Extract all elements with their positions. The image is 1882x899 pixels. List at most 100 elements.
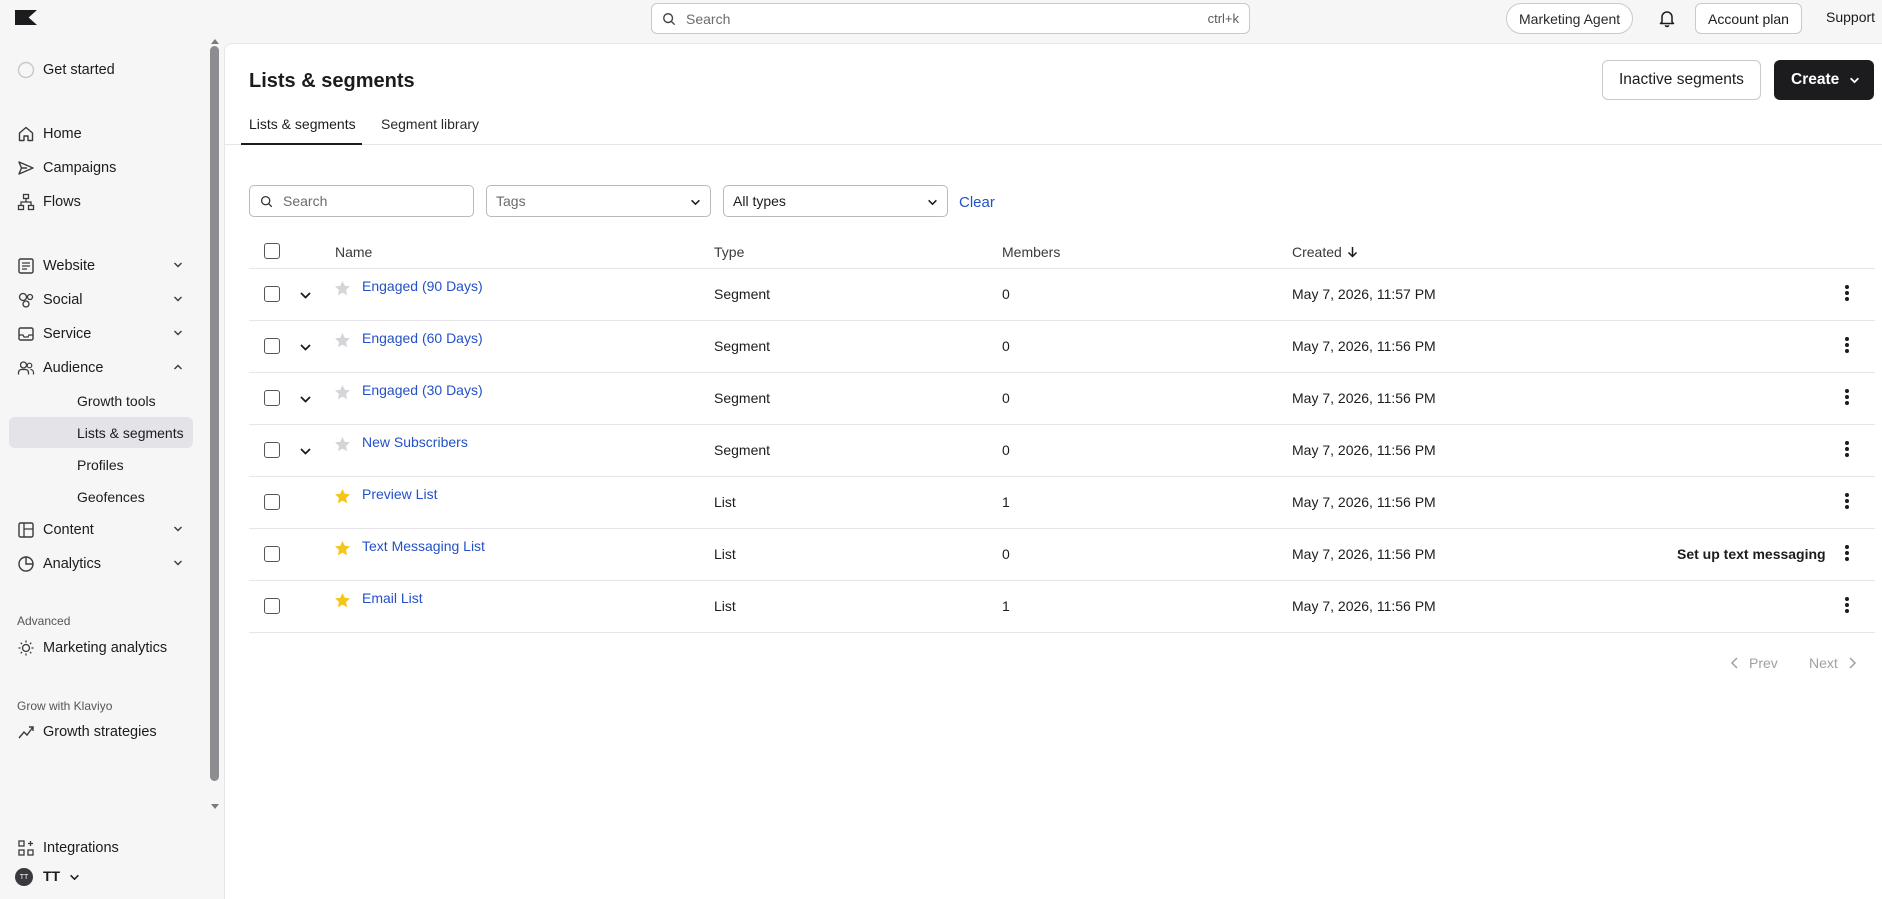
chevron-down-icon[interactable] [299, 445, 312, 458]
row-checkbox[interactable] [264, 390, 280, 406]
star-icon[interactable] [334, 488, 351, 505]
more-options-icon[interactable] [1845, 597, 1849, 613]
sidebar-item-label: Home [43, 125, 82, 142]
marketing-agent-button[interactable]: Marketing Agent [1506, 3, 1634, 34]
select-all-checkbox[interactable] [264, 243, 280, 259]
search-placeholder: Search [283, 193, 328, 209]
more-options-icon[interactable] [1845, 545, 1849, 561]
column-header-created[interactable]: Created [1292, 244, 1358, 260]
chevron-left-icon [1730, 657, 1738, 669]
more-options-icon[interactable] [1845, 389, 1849, 405]
more-options-icon[interactable] [1845, 337, 1849, 353]
sidebar-scrollbar[interactable] [210, 46, 219, 781]
chevron-down-icon [928, 199, 937, 206]
row-checkbox[interactable] [264, 286, 280, 302]
users-icon [17, 360, 35, 374]
list-name-link[interactable]: Engaged (90 Days) [362, 278, 483, 294]
klaviyo-logo[interactable] [15, 10, 37, 25]
created-cell: May 7, 2026, 11:56 PM [1292, 494, 1436, 510]
global-search-input[interactable]: Search ctrl+k [651, 3, 1250, 34]
row-checkbox[interactable] [264, 494, 280, 510]
tab-segment-library[interactable]: Segment library [381, 116, 479, 144]
created-cell: May 7, 2026, 11:56 PM [1292, 390, 1436, 406]
row-checkbox[interactable] [264, 442, 280, 458]
list-name-link[interactable]: Email List [362, 590, 423, 606]
sidebar-item-flows[interactable]: Flows [9, 186, 193, 217]
row-checkbox[interactable] [264, 598, 280, 614]
star-icon[interactable] [334, 280, 351, 297]
grow-section-title: Grow with Klaviyo [17, 699, 113, 713]
scroll-down-arrow[interactable] [211, 804, 219, 809]
sort-descending-icon [1347, 247, 1357, 258]
sidebar-item-label: Analytics [43, 555, 102, 572]
tab-lists-segments[interactable]: Lists & segments [249, 116, 356, 144]
sidebar-item-audience[interactable]: Audience [9, 352, 193, 383]
sidebar-item-label: Social [43, 291, 83, 308]
sidebar-item-social[interactable]: Social [9, 284, 193, 315]
star-icon[interactable] [334, 436, 351, 453]
next-page-button[interactable]: Next [1809, 655, 1858, 671]
home-icon [18, 126, 34, 141]
social-icon [18, 292, 34, 308]
sidebar-item-geofences[interactable]: Geofences [9, 481, 193, 512]
list-name-link[interactable]: Preview List [362, 486, 437, 502]
created-cell: May 7, 2026, 11:57 PM [1292, 286, 1436, 302]
list-name-link[interactable]: Text Messaging List [362, 538, 485, 554]
chevron-down-icon [174, 296, 182, 302]
type-cell: Segment [714, 442, 771, 458]
type-cell: Segment [714, 390, 771, 406]
account-plan-button[interactable]: Account plan [1695, 3, 1802, 34]
chevron-down-icon[interactable] [299, 289, 312, 302]
more-options-icon[interactable] [1845, 493, 1849, 509]
row-checkbox[interactable] [264, 546, 280, 562]
column-header-members[interactable]: Members [1002, 244, 1060, 260]
sidebar-item-marketing-analytics[interactable]: Marketing analytics [9, 632, 193, 663]
list-name-link[interactable]: Engaged (30 Days) [362, 382, 483, 398]
prev-page-button[interactable]: Prev [1729, 655, 1778, 671]
sidebar-item-lists-segments[interactable]: Lists & segments [9, 417, 193, 448]
star-icon[interactable] [334, 540, 351, 557]
column-header-type[interactable]: Type [714, 244, 744, 260]
star-icon[interactable] [334, 384, 351, 401]
row-checkbox[interactable] [264, 338, 280, 354]
members-cell: 0 [1002, 390, 1010, 406]
star-icon[interactable] [334, 592, 351, 609]
sidebar-item-integrations[interactable]: Integrations [9, 832, 193, 863]
active-tab-indicator [241, 143, 362, 145]
chevron-down-icon [691, 199, 700, 206]
sidebar-item-service[interactable]: Service [9, 318, 193, 349]
create-button[interactable]: Create [1774, 60, 1874, 100]
tags-select[interactable]: Tags [486, 185, 711, 217]
inactive-segments-button[interactable]: Inactive segments [1602, 60, 1761, 100]
set-up-text-messaging-link[interactable]: Set up text messaging [1677, 546, 1826, 562]
more-options-icon[interactable] [1845, 441, 1849, 457]
bell-icon[interactable] [1657, 8, 1677, 28]
list-name-link[interactable]: Engaged (60 Days) [362, 330, 483, 346]
chevron-down-icon[interactable] [69, 872, 80, 883]
get-started-item[interactable]: Get started [9, 54, 193, 85]
type-select[interactable]: All types [723, 185, 948, 217]
sidebar-item-campaigns[interactable]: Campaigns [9, 152, 193, 183]
members-cell: 1 [1002, 598, 1010, 614]
column-header-name[interactable]: Name [335, 244, 372, 260]
star-icon[interactable] [334, 332, 351, 349]
account-switcher[interactable]: TT [43, 868, 60, 884]
list-name-link[interactable]: New Subscribers [362, 434, 468, 450]
sidebar-item-growth-strategies[interactable]: Growth strategies [9, 716, 193, 747]
tags-placeholder: Tags [496, 193, 526, 209]
created-cell: May 7, 2026, 11:56 PM [1292, 546, 1436, 562]
sidebar-item-content[interactable]: Content [9, 514, 193, 545]
more-options-icon[interactable] [1845, 285, 1849, 301]
sidebar-item-home[interactable]: Home [9, 118, 193, 149]
scroll-up-arrow[interactable] [211, 39, 219, 44]
clear-filters-link[interactable]: Clear [959, 194, 995, 211]
sidebar-item-growth-tools[interactable]: Growth tools [9, 385, 193, 416]
chevron-down-icon[interactable] [299, 393, 312, 406]
list-search-input[interactable]: Search [249, 185, 474, 217]
avatar[interactable]: TT [15, 868, 33, 886]
support-link[interactable]: Support [1826, 9, 1875, 25]
sidebar-item-website[interactable]: Website [9, 250, 193, 281]
chevron-down-icon[interactable] [299, 341, 312, 354]
sidebar-item-analytics[interactable]: Analytics [9, 548, 193, 579]
sidebar-item-profiles[interactable]: Profiles [9, 449, 193, 480]
